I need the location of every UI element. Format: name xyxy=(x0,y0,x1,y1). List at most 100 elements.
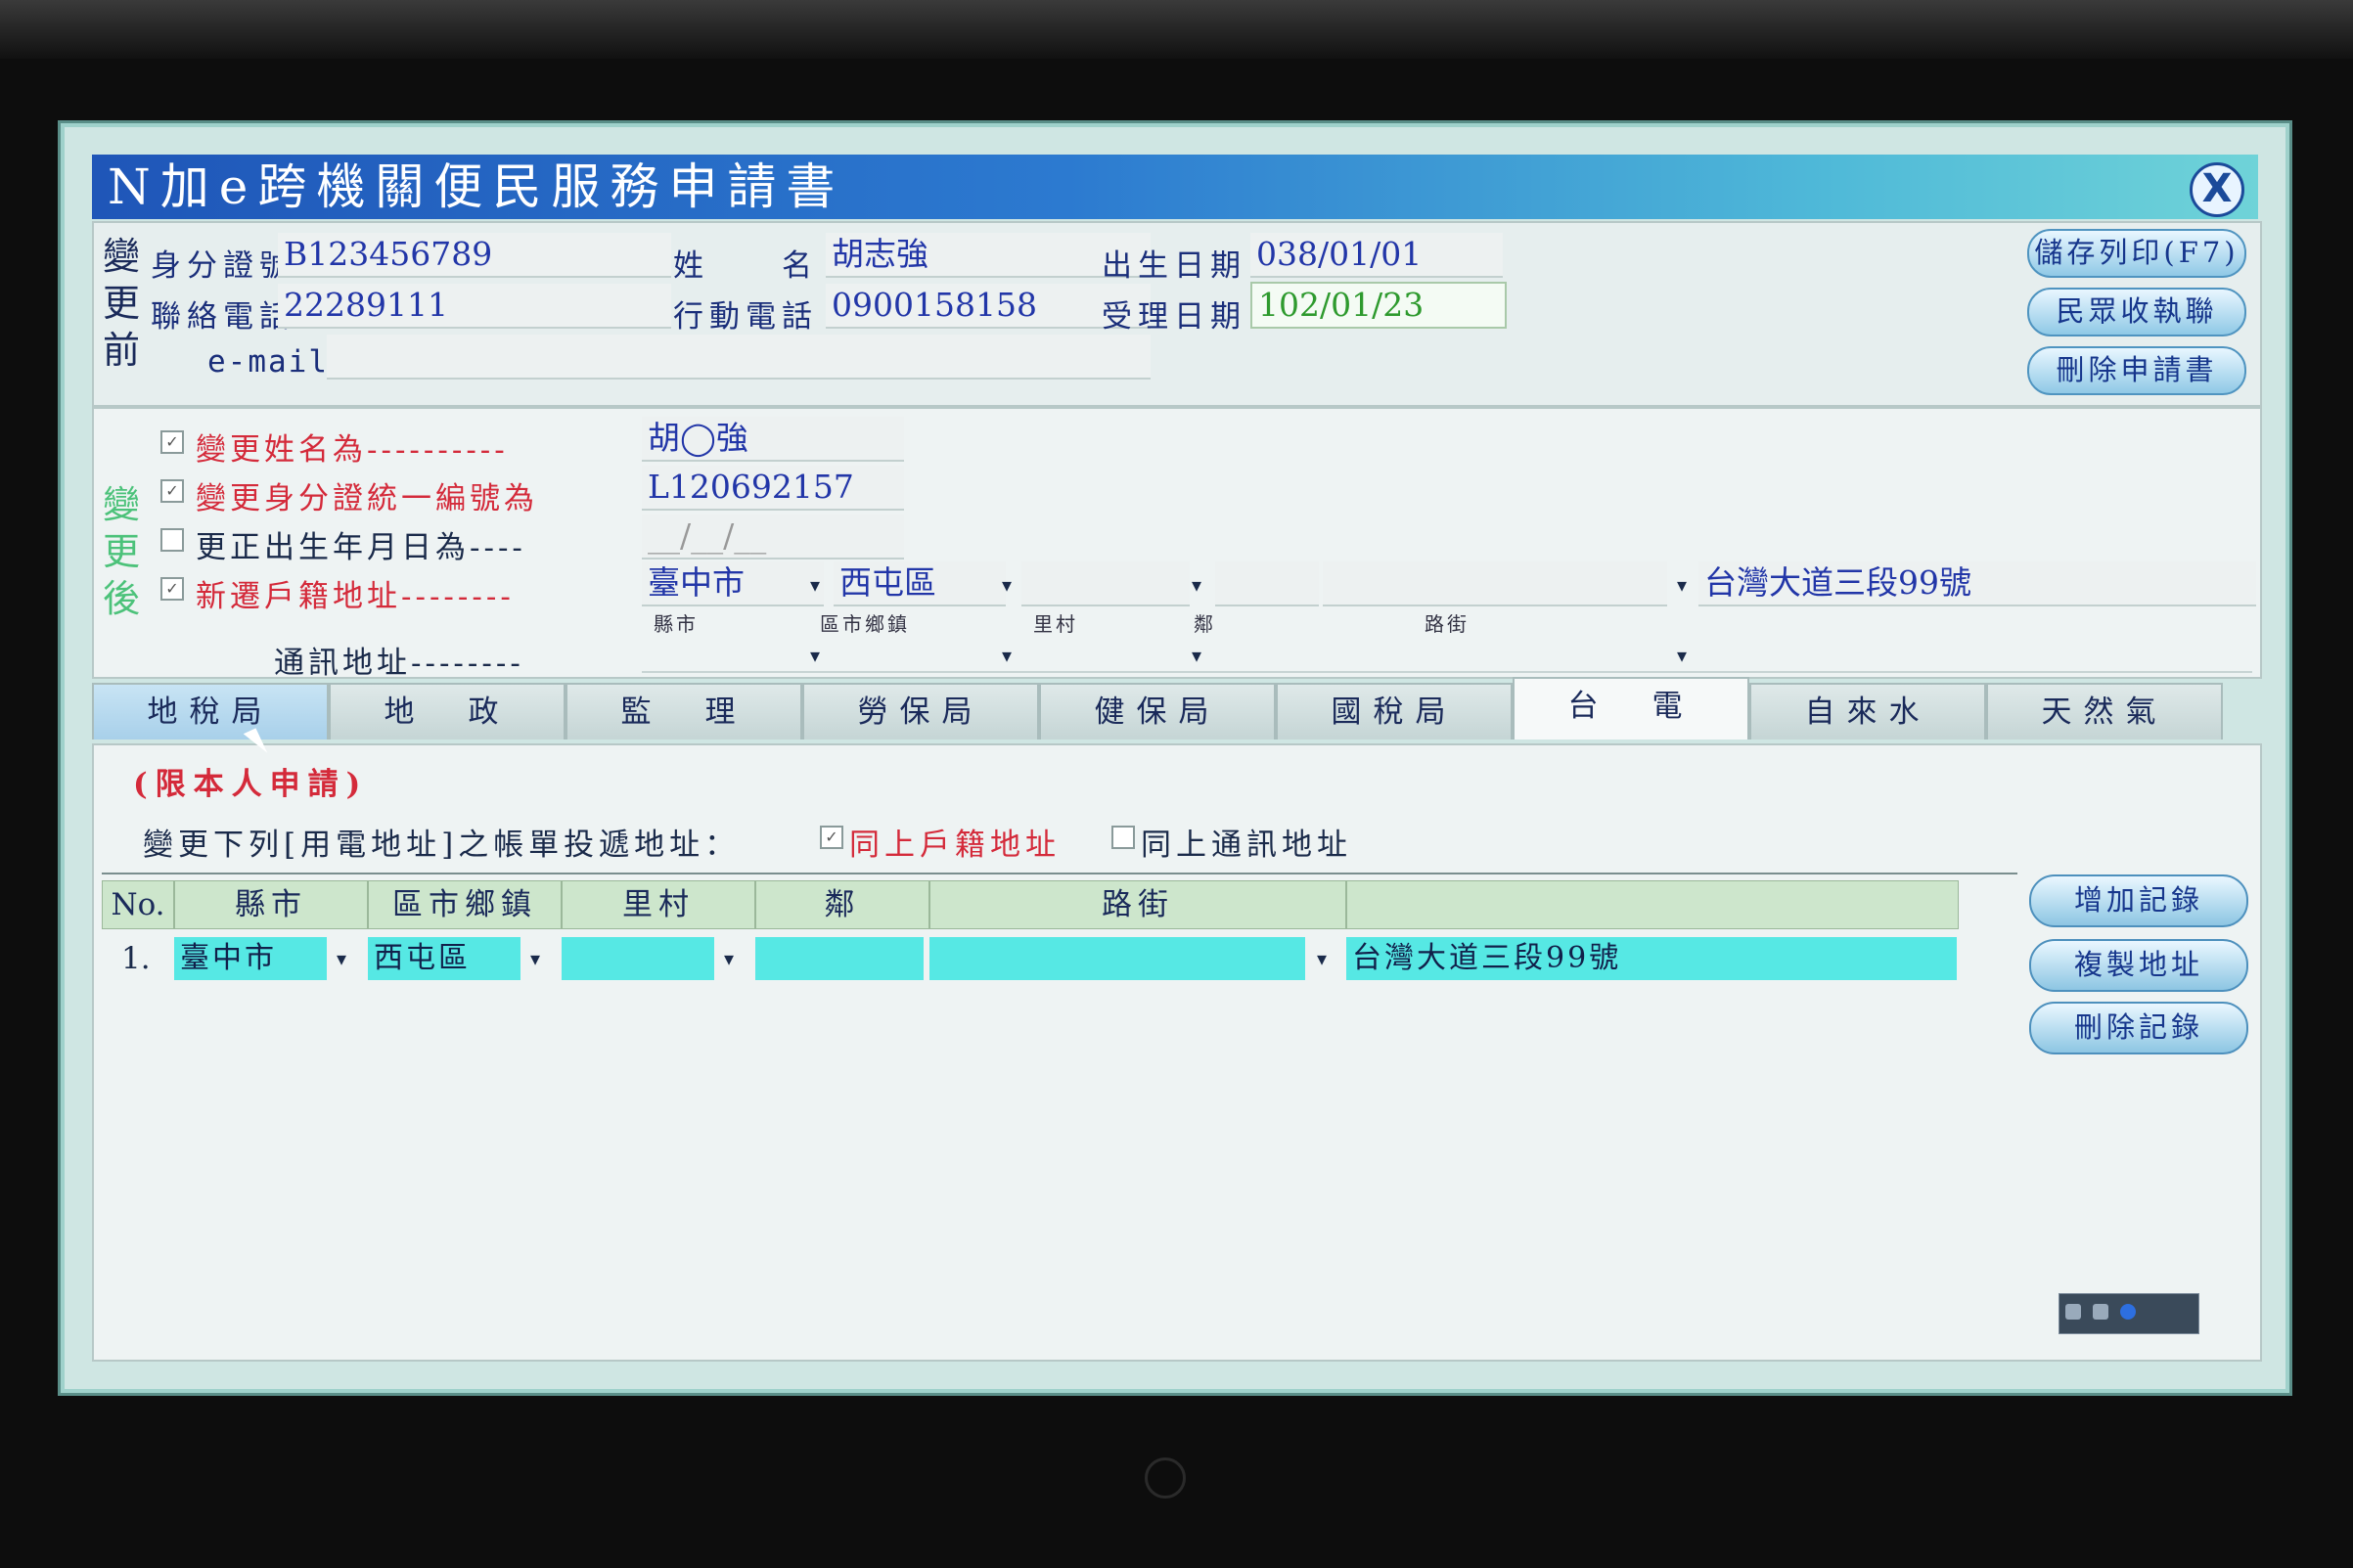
tab-motor-vehicle[interactable]: 監 理 xyxy=(566,683,802,739)
id-label: 身分證號 xyxy=(151,248,295,284)
row-number: 1. xyxy=(121,941,151,976)
row-detail-field[interactable]: 台灣大道三段99號 xyxy=(1346,937,1957,980)
row-district-select[interactable]: 西屯區 xyxy=(368,937,520,980)
fix-birth-field[interactable]: __/__/__ xyxy=(642,515,904,560)
address-neighbor-sublabel: 鄰 xyxy=(1194,612,1216,636)
add-record-button[interactable]: 增加記錄 xyxy=(2029,874,2248,927)
before-change-panel: 變 更 前 身分證號 B123456789 姓 名 胡志強 出生日期 038/0… xyxy=(92,221,2262,407)
address-village-sublabel: 里村 xyxy=(1033,612,1078,636)
phone-field[interactable]: 22289111 xyxy=(278,284,671,329)
address-road-sublabel: 路街 xyxy=(1425,612,1470,636)
new-address-neighbor-field[interactable] xyxy=(1215,561,1319,606)
before-label-char: 更 xyxy=(102,282,140,325)
new-address-district-select[interactable]: 西屯區 xyxy=(834,561,1006,606)
help-icon[interactable] xyxy=(2120,1304,2136,1320)
mail-address-underline xyxy=(642,671,2252,673)
receipt-button[interactable]: 民眾收執聯 xyxy=(2027,288,2246,336)
accept-date-field[interactable]: 102/01/23 xyxy=(1250,282,1507,329)
monitor-logo xyxy=(1145,1457,1186,1499)
row-village-select[interactable] xyxy=(562,937,714,980)
name-label: 姓 名 xyxy=(673,248,818,284)
after-label-char: 更 xyxy=(102,530,140,573)
column-header-city: 縣市 xyxy=(174,880,368,929)
delete-record-button[interactable]: 刪除記錄 xyxy=(2029,1002,2248,1054)
same-mail-checkbox[interactable] xyxy=(1111,826,1135,849)
dropdown-arrow-icon[interactable]: ▾ xyxy=(810,573,820,597)
tab-national-tax[interactable]: 國稅局 xyxy=(1276,683,1513,739)
dropdown-arrow-icon[interactable]: ▾ xyxy=(337,947,346,970)
fix-birth-label: 更正出生年月日為---- xyxy=(196,530,526,565)
after-section-label: 變 更 後 xyxy=(100,481,143,622)
copy-address-button[interactable]: 複製地址 xyxy=(2029,939,2248,992)
change-name-field[interactable]: 胡◯強 xyxy=(642,417,904,462)
fix-birth-checkbox[interactable] xyxy=(160,528,184,552)
email-field[interactable] xyxy=(327,335,1151,380)
new-address-road-select[interactable] xyxy=(1323,561,1667,606)
window-title: N加e跨機關便民服務申請書 xyxy=(108,158,845,215)
after-label-char: 變 xyxy=(102,483,140,526)
column-header-village: 里村 xyxy=(562,880,755,929)
row-neighbor-field[interactable] xyxy=(755,937,924,980)
dropdown-arrow-icon[interactable]: ▾ xyxy=(1677,573,1687,597)
before-section-label: 變 更 前 xyxy=(100,233,143,374)
tab-land-admin[interactable]: 地 政 xyxy=(329,683,566,739)
birth-field[interactable]: 038/01/01 xyxy=(1250,233,1503,278)
tab-health-insurance[interactable]: 健保局 xyxy=(1039,683,1276,739)
keyboard-icon[interactable] xyxy=(2065,1304,2081,1320)
after-change-panel: 變 更 後 ✓ 變更姓名為---------- 胡◯強 ✓ 變更身分證統一編號為… xyxy=(92,407,2262,681)
dropdown-arrow-icon[interactable]: ▾ xyxy=(1317,947,1327,970)
change-name-checkbox[interactable]: ✓ xyxy=(160,430,184,454)
tab-labor-insurance[interactable]: 勞保局 xyxy=(802,683,1039,739)
change-id-label: 變更身分證統一編號為 xyxy=(196,481,538,516)
column-header-no: No. xyxy=(102,880,174,929)
ime-icon[interactable] xyxy=(2093,1304,2108,1320)
new-address-label: 新遷戶籍地址-------- xyxy=(196,579,515,614)
column-header-district: 區市鄉鎮 xyxy=(368,880,562,929)
input-method-toolbar[interactable] xyxy=(2059,1293,2199,1334)
dropdown-arrow-icon[interactable]: ▾ xyxy=(810,644,820,667)
accept-date-label: 受理日期 xyxy=(1102,299,1246,335)
dropdown-arrow-icon[interactable]: ▾ xyxy=(1002,644,1012,667)
after-label-char: 後 xyxy=(102,577,140,620)
row-city-select[interactable]: 臺中市 xyxy=(174,937,327,980)
tab-taipower[interactable]: 台 電 xyxy=(1513,677,1749,739)
application-window: N加e跨機關便民服務申請書 X 變 更 前 身分證號 B123456789 姓 … xyxy=(61,123,2289,1393)
phone-label: 聯絡電話 xyxy=(151,299,295,335)
dropdown-arrow-icon[interactable]: ▾ xyxy=(530,947,540,970)
change-id-field[interactable]: L120692157 xyxy=(642,466,904,511)
address-city-sublabel: 縣市 xyxy=(654,612,699,636)
grid-top-border xyxy=(102,873,2017,874)
new-address-village-select[interactable] xyxy=(1021,561,1190,606)
save-print-button[interactable]: 儲存列印(F7) xyxy=(2027,229,2246,278)
row-road-select[interactable] xyxy=(929,937,1305,980)
same-household-checkbox[interactable]: ✓ xyxy=(820,826,843,849)
tab-natural-gas[interactable]: 天然氣 xyxy=(1986,683,2223,739)
close-button[interactable]: X xyxy=(2190,162,2244,217)
change-name-label: 變更姓名為---------- xyxy=(196,432,509,468)
new-address-city-select[interactable]: 臺中市 xyxy=(642,561,824,606)
tab-water[interactable]: 自來水 xyxy=(1749,683,1986,739)
birth-label: 出生日期 xyxy=(1102,248,1246,284)
tab-land-tax[interactable]: 地稅局 xyxy=(92,683,329,739)
address-district-sublabel: 區市鄉鎮 xyxy=(820,612,910,636)
same-household-label: 同上戶籍地址 xyxy=(849,828,1061,863)
id-field[interactable]: B123456789 xyxy=(278,233,671,278)
dropdown-arrow-icon[interactable]: ▾ xyxy=(1192,573,1201,597)
new-address-detail-field[interactable]: 台灣大道三段99號 xyxy=(1698,561,2256,606)
before-label-char: 前 xyxy=(102,329,140,372)
title-bar: N加e跨機關便民服務申請書 X xyxy=(92,155,2258,219)
restriction-note: (限本人申請) xyxy=(133,767,369,802)
tab-content-panel: (限本人申請) 變更下列[用電地址]之帳單投遞地址： ✓ 同上戶籍地址 同上通訊… xyxy=(92,743,2262,1362)
change-id-checkbox[interactable]: ✓ xyxy=(160,479,184,503)
delete-application-button[interactable]: 刪除申請書 xyxy=(2027,346,2246,395)
column-header-neighbor: 鄰 xyxy=(755,880,929,929)
dropdown-arrow-icon[interactable]: ▾ xyxy=(724,947,734,970)
mail-address-label: 通訊地址-------- xyxy=(274,646,524,681)
dropdown-arrow-icon[interactable]: ▾ xyxy=(1192,644,1201,667)
column-header-road: 路街 xyxy=(929,880,1346,929)
column-header-detail xyxy=(1346,880,1959,929)
new-address-checkbox[interactable]: ✓ xyxy=(160,577,184,601)
dropdown-arrow-icon[interactable]: ▾ xyxy=(1677,644,1687,667)
dropdown-arrow-icon[interactable]: ▾ xyxy=(1002,573,1012,597)
agency-tabs: 地稅局 地 政 監 理 勞保局 健保局 國稅局 台 電 自來水 天然氣 xyxy=(92,677,2258,743)
